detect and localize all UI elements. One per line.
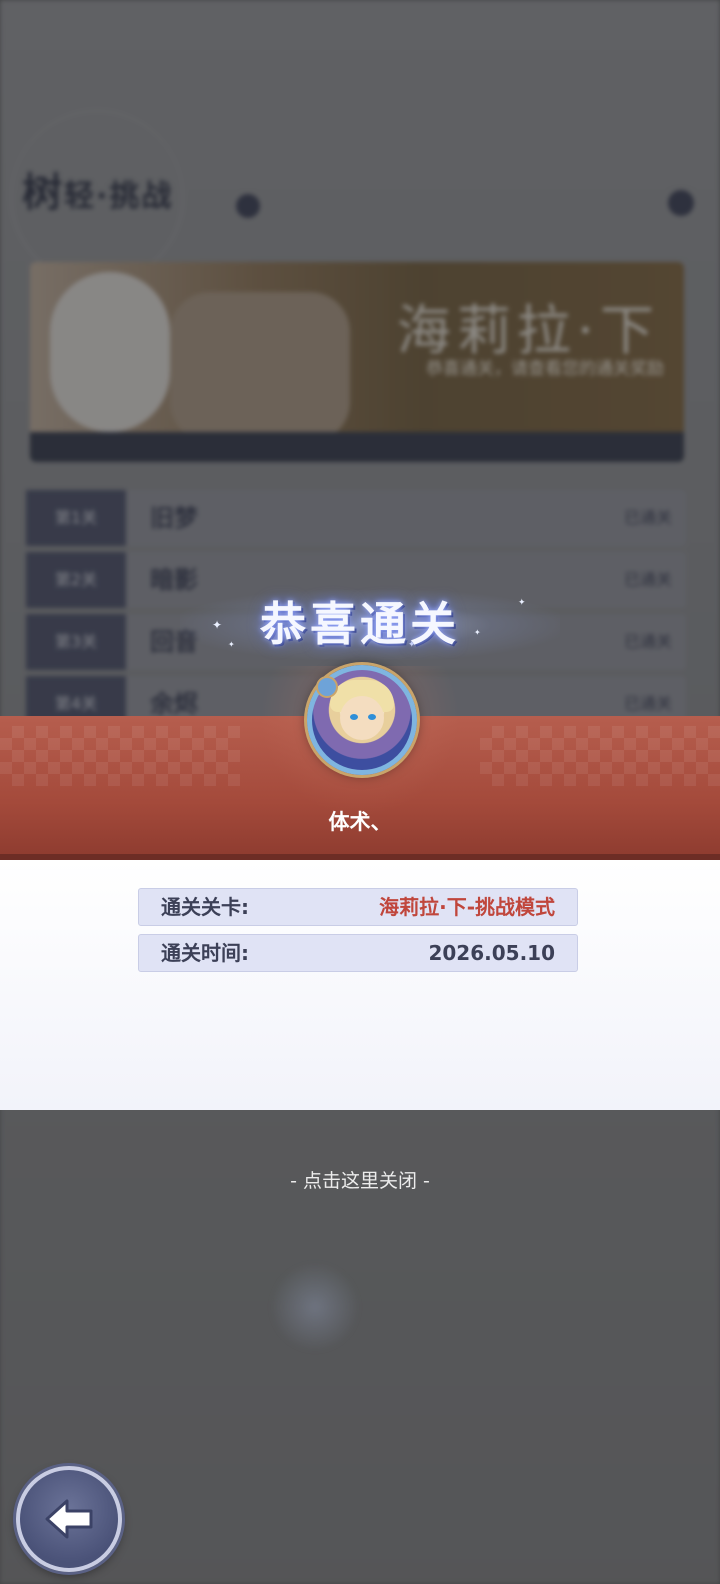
close-hint[interactable]: - 点击这里关闭 - <box>0 1166 720 1193</box>
banner-pattern <box>0 726 240 786</box>
info-row-stage: 通关关卡: 海莉拉·下-挑战模式 <box>138 888 578 926</box>
result-info-panel: 通关关卡: 海莉拉·下-挑战模式 通关时间: 2026.05.10 <box>0 860 720 1110</box>
back-button[interactable] <box>16 1466 122 1572</box>
time-value: 2026.05.10 <box>428 941 555 965</box>
player-name: 体术、 <box>328 810 392 834</box>
time-label: 通关时间: <box>161 941 249 965</box>
stage-value: 海莉拉·下-挑战模式 <box>379 895 555 919</box>
avatar-face <box>340 696 384 740</box>
background-icon <box>270 1262 360 1352</box>
banner-pattern <box>480 726 720 786</box>
arrow-left-icon <box>45 1499 93 1539</box>
player-avatar <box>307 665 417 775</box>
avatar-eye <box>350 714 358 720</box>
info-row-time: 通关时间: 2026.05.10 <box>138 934 578 972</box>
stage-label: 通关关卡: <box>161 895 249 919</box>
avatar-orb <box>316 676 338 698</box>
congrats-title: 恭喜通关 <box>260 597 460 651</box>
avatar-eye <box>368 714 376 720</box>
